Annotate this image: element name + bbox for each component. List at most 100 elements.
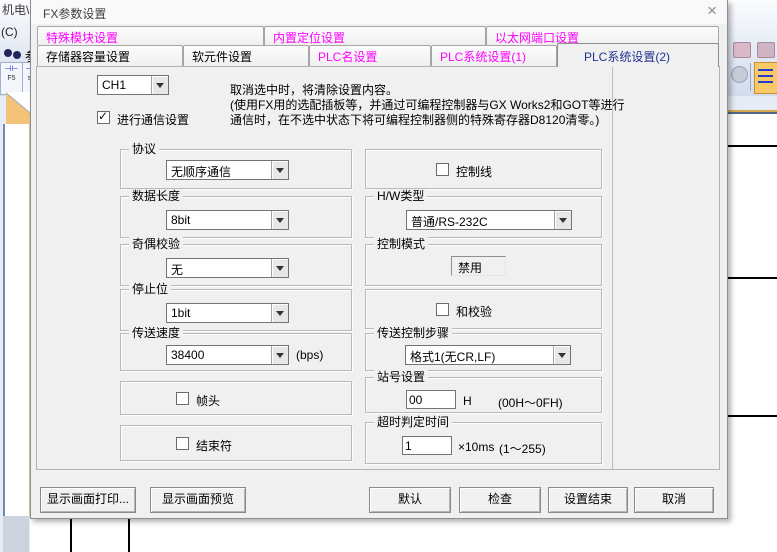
control-line-checkbox[interactable]: ✓ (436, 163, 449, 176)
baud-rate-group: 传送速度 38400 (bps) (120, 333, 352, 371)
parity-group: 奇偶校验 无 (120, 244, 352, 286)
parity-select[interactable]: 无 (166, 258, 289, 278)
tab-device-settings[interactable]: 软元件设置 (183, 45, 309, 66)
stop-bit-select[interactable]: 1bit (166, 303, 289, 323)
hw-type-select[interactable]: 普通/RS-232C (406, 210, 572, 230)
protocol-group: 协议 无顺序通信 (120, 149, 352, 189)
dialog-titlebar[interactable]: FX参数设置 × (31, 0, 727, 24)
baud-rate-label: 传送速度 (129, 326, 183, 340)
ladder-editor-bottom (30, 519, 728, 552)
baud-rate-value: 38400 (171, 348, 204, 362)
hw-type-value: 普通/RS-232C (411, 213, 488, 230)
tab-plc-name-settings[interactable]: PLC名设置 (309, 45, 431, 66)
protocol-label: 协议 (129, 142, 159, 156)
sum-check-checkbox[interactable]: ✓ (436, 303, 449, 316)
background-menu-fragment[interactable]: (C) (1, 25, 18, 39)
control-procedure-select[interactable]: 格式1(无CR,LF) (405, 345, 571, 365)
channel-value: CH1 (102, 78, 126, 92)
data-length-label: 数据长度 (129, 189, 183, 203)
note-line-1: 取消选中时，将清除设置内容。 (230, 83, 720, 98)
ladder-rung-line (728, 145, 777, 147)
stop-bit-value: 1bit (171, 306, 190, 320)
frame-header-box: ✓ 帧头 (120, 381, 352, 415)
screen-print-button[interactable]: 显示画面打印... (40, 487, 136, 513)
control-procedure-value: 格式1(无CR,LF) (410, 348, 495, 365)
terminator-box: ✓ 结束符 (120, 425, 352, 461)
dropdown-arrow-icon[interactable] (151, 76, 168, 94)
control-procedure-label: 传送控制步骤 (374, 326, 452, 340)
check-button[interactable]: 检查 (459, 487, 541, 513)
protocol-value: 无顺序通信 (171, 163, 231, 180)
note-line-2: (使用FX用的选配插板等，并通过可编程控制器与GX Works2和GOT等进行 (230, 98, 720, 113)
station-input[interactable] (406, 390, 456, 409)
stop-bit-group: 停止位 1bit (120, 289, 352, 331)
default-button[interactable]: 默认 (369, 487, 451, 513)
dialog-title: FX参数设置 (43, 5, 106, 22)
close-icon[interactable]: × (707, 1, 717, 21)
comm-setting-label: 进行通信设置 (117, 111, 189, 128)
timeout-input[interactable] (402, 436, 452, 455)
setting-end-button[interactable]: 设置结束 (548, 487, 628, 513)
dropdown-arrow-icon[interactable] (271, 259, 288, 277)
background-window-title: 机电\ (2, 1, 29, 18)
tab-built-in-positioning-settings[interactable]: 内置定位设置 (264, 26, 486, 45)
terminator-checkbox[interactable]: ✓ (176, 437, 189, 450)
control-line-box: ✓ 控制线 (365, 149, 602, 189)
control-mode-label: 控制模式 (374, 237, 428, 251)
note-text: 取消选中时，将清除设置内容。 (使用FX用的选配插板等，并通过可编程控制器与GX… (230, 83, 720, 128)
tab-special-module-settings[interactable]: 特殊模块设置 (37, 26, 264, 45)
terminator-label: 结束符 (196, 437, 232, 454)
tab-label: 存储器容量设置 (46, 48, 130, 65)
ladder-bus-line (128, 519, 130, 552)
tab-label: 内置定位设置 (273, 29, 345, 46)
tab-label: 软元件设置 (192, 48, 252, 65)
station-range: (00H～0FH) (498, 394, 563, 411)
baud-rate-unit: (bps) (296, 348, 323, 362)
ladder-rung-line (728, 277, 777, 279)
ladder-bus-line (70, 519, 72, 552)
sum-check-box: ✓ 和校验 (365, 289, 602, 329)
control-procedure-group: 传送控制步骤 格式1(无CR,LF) (365, 333, 602, 371)
tab-label: PLC系统设置(1) (440, 48, 526, 65)
ladder-rung-line (728, 415, 777, 417)
baud-rate-select[interactable]: 38400 (166, 345, 289, 365)
comm-setting-checkbox[interactable]: ✓ (97, 111, 110, 124)
screen-preview-button[interactable]: 显示画面预览 (150, 487, 246, 513)
plc-system-2-panel: CH1 ✓ 进行通信设置 取消选中时，将清除设置内容。 (使用FX用的选配插板等… (36, 66, 720, 470)
timeout-group: 超时判定时间 ×10ms (1～255) (365, 422, 602, 464)
frame-header-checkbox[interactable]: ✓ (176, 392, 189, 405)
fx-parameter-dialog: FX参数设置 × 特殊模块设置 内置定位设置 以太网端口设置 存储器容量设置 软… (30, 0, 728, 519)
sum-check-label: 和校验 (456, 303, 492, 320)
data-length-group: 数据长度 8bit (120, 196, 352, 238)
dropdown-arrow-icon[interactable] (271, 304, 288, 322)
note-line-3: 通信时，在不选中状态下将可编程控制器侧的特殊寄存器D8120清零。) (230, 113, 720, 128)
hw-type-label: H/W类型 (374, 189, 427, 203)
contact-symbol-icon: ⊣⊢ (1, 63, 22, 75)
data-length-value: 8bit (171, 213, 190, 227)
tab-label: 特殊模块设置 (46, 29, 118, 46)
tab-memory-capacity-settings[interactable]: 存储器容量设置 (37, 45, 183, 66)
channel-select[interactable]: CH1 (97, 75, 169, 95)
toolbar-icon-c[interactable] (731, 66, 748, 83)
protocol-select[interactable]: 无顺序通信 (166, 160, 289, 180)
timeout-range: (1～255) (499, 440, 546, 457)
ladder-contact-button[interactable]: ⊣⊢ F5 (0, 62, 23, 95)
toolbar-icon-b[interactable] (757, 42, 775, 58)
dropdown-arrow-icon[interactable] (553, 346, 570, 364)
data-length-select[interactable]: 8bit (166, 210, 289, 230)
toolbar-icon-a[interactable] (733, 42, 751, 58)
check-icon: ✓ (98, 109, 108, 123)
cancel-button[interactable]: 取消 (634, 487, 714, 513)
navigation-pane-corner (6, 92, 30, 124)
tab-plc-system-settings-1[interactable]: PLC系统设置(1) (431, 45, 557, 66)
toolbar-separator (750, 63, 751, 91)
dropdown-arrow-icon[interactable] (271, 211, 288, 229)
frame-header-label: 帧头 (196, 392, 220, 409)
find-icon[interactable] (4, 49, 12, 57)
ladder-monitor-button[interactable] (754, 62, 777, 94)
tab-plc-system-settings-2[interactable]: PLC系统设置(2) (557, 43, 719, 67)
dropdown-arrow-icon[interactable] (271, 346, 288, 364)
dropdown-arrow-icon[interactable] (554, 211, 571, 229)
tab-label: PLC系统设置(2) (584, 48, 670, 65)
dropdown-arrow-icon[interactable] (271, 161, 288, 179)
